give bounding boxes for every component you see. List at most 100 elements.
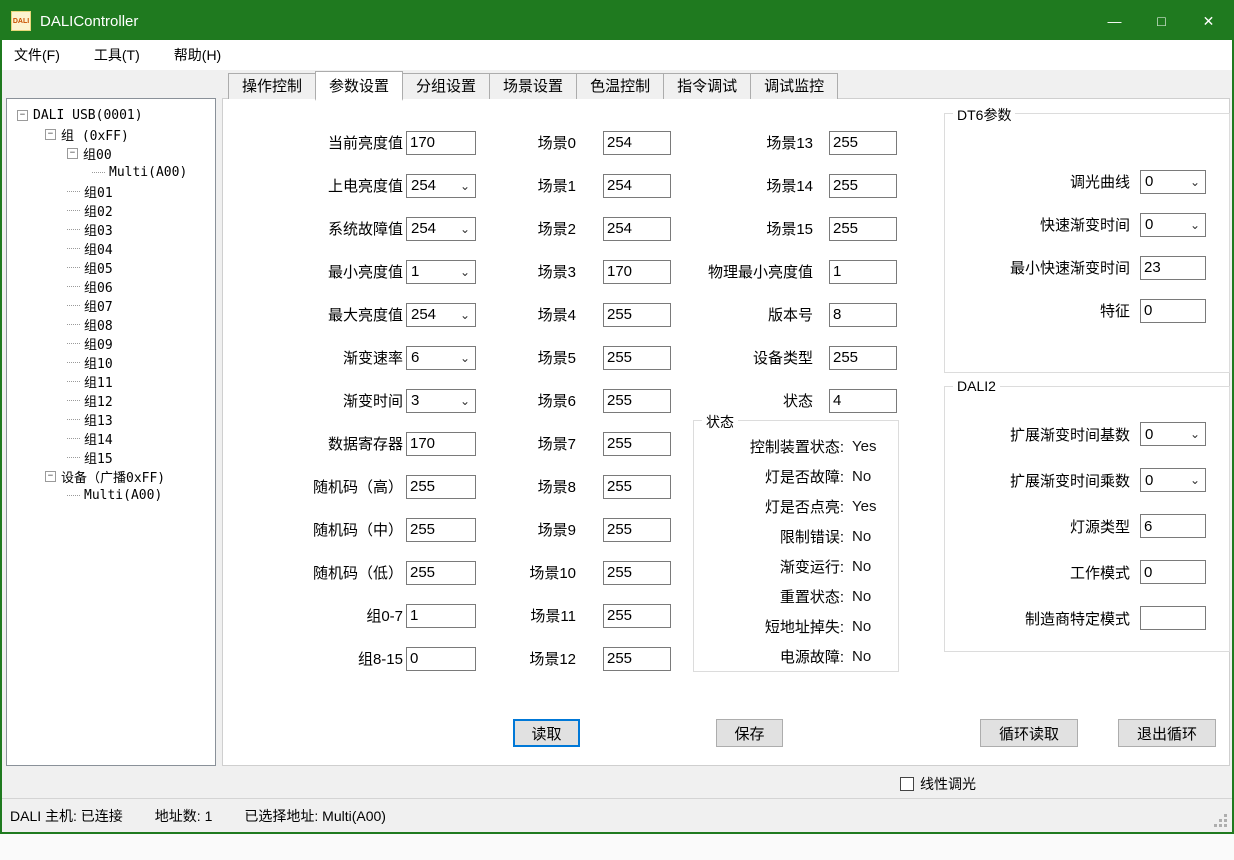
field-label: 场景11 [493, 605, 576, 626]
menu-tools[interactable]: 工具(T) [82, 40, 152, 70]
version-input[interactable] [829, 303, 897, 327]
param-column-3: 场景13 场景14 场景15 物理最小亮度值 版本号 设备类型 状态 [693, 121, 897, 422]
checkbox-icon[interactable] [900, 777, 914, 791]
scene-0-input[interactable] [603, 131, 671, 155]
tree-node-group03[interactable]: 组03 [7, 220, 215, 239]
scene-12-input[interactable] [603, 647, 671, 671]
min-level-select[interactable]: 1⌄ [406, 260, 476, 284]
scene-10-input[interactable] [603, 561, 671, 585]
collapse-icon[interactable]: − [67, 148, 78, 159]
max-level-select[interactable]: 254⌄ [406, 303, 476, 327]
fade-time-select[interactable]: 3⌄ [406, 389, 476, 413]
tree-node-group15[interactable]: 组15 [7, 448, 215, 467]
status-value-input[interactable] [829, 389, 897, 413]
tree-node-group05[interactable]: 组05 [7, 258, 215, 277]
manufacturer-mode-input[interactable] [1140, 606, 1206, 630]
scene-13-input[interactable] [829, 131, 897, 155]
scene-9-input[interactable] [603, 518, 671, 542]
exit-loop-button[interactable]: 退出循环 [1118, 719, 1216, 747]
scene-1-input[interactable] [603, 174, 671, 198]
min-fast-fade-time-input[interactable] [1140, 256, 1206, 280]
scene-2-input[interactable] [603, 217, 671, 241]
menu-file[interactable]: 文件(F) [2, 40, 72, 70]
status-bar: DALI 主机: 已连接 地址数: 1 已选择地址: Multi(A00) [2, 798, 1232, 832]
collapse-icon[interactable]: − [45, 471, 56, 482]
scene-8-input[interactable] [603, 475, 671, 499]
tab-command-debug[interactable]: 指令调试 [663, 73, 751, 99]
maximize-button[interactable]: □ [1138, 2, 1185, 40]
ext-fade-time-mult-select[interactable]: 0⌄ [1140, 468, 1206, 492]
tree-node-group10[interactable]: 组10 [7, 353, 215, 372]
fade-rate-select[interactable]: 6⌄ [406, 346, 476, 370]
ext-fade-time-base-select[interactable]: 0⌄ [1140, 422, 1206, 446]
random-code-mid-input[interactable] [406, 518, 476, 542]
tree-node-group01[interactable]: 组01 [7, 182, 215, 201]
dt6-groupbox: DT6参数 调光曲线0⌄ 快速渐变时间0⌄ 最小快速渐变时间 特征 [944, 113, 1230, 373]
minimize-button[interactable]: — [1091, 2, 1138, 40]
collapse-icon[interactable]: − [45, 129, 56, 140]
tree-node-group08[interactable]: 组08 [7, 315, 215, 334]
chevron-down-icon: ⌄ [460, 308, 475, 322]
tree-node-multi-a00-device[interactable]: Multi(A00) [7, 486, 215, 505]
tree-node-group04[interactable]: 组04 [7, 239, 215, 258]
chevron-down-icon: ⌄ [1190, 427, 1205, 441]
tree-node-group09[interactable]: 组09 [7, 334, 215, 353]
scene-15-input[interactable] [829, 217, 897, 241]
tab-operation-control[interactable]: 操作控制 [228, 73, 316, 99]
tab-color-temp-control[interactable]: 色温控制 [576, 73, 664, 99]
physical-min-level-input[interactable] [829, 260, 897, 284]
tree-node-group02[interactable]: 组02 [7, 201, 215, 220]
menu-help[interactable]: 帮助(H) [162, 40, 233, 70]
loop-read-button[interactable]: 循环读取 [980, 719, 1078, 747]
tree-node-group13[interactable]: 组13 [7, 410, 215, 429]
param-column-2: 场景0 场景1 场景2 场景3 场景4 场景5 场景6 场景7 场景8 场景9 … [493, 121, 671, 680]
linear-dimming-checkbox[interactable]: 线性调光 [900, 774, 976, 794]
field-label: 随机码（中） [243, 519, 403, 540]
close-button[interactable]: ✕ [1185, 2, 1232, 40]
system-failure-level-select[interactable]: 254⌄ [406, 217, 476, 241]
groupbox-title: DALI2 [953, 378, 1000, 394]
device-type-input[interactable] [829, 346, 897, 370]
tree-node-label: 组00 [83, 144, 112, 163]
scene-4-input[interactable] [603, 303, 671, 327]
tree-node-group11[interactable]: 组11 [7, 372, 215, 391]
tab-grouping-settings[interactable]: 分组设置 [402, 73, 490, 99]
data-register-input[interactable] [406, 432, 476, 456]
tree-node-group00[interactable]: −组00 [7, 144, 215, 163]
tree-node-group06[interactable]: 组06 [7, 277, 215, 296]
groups-0-7-input[interactable] [406, 604, 476, 628]
scene-5-input[interactable] [603, 346, 671, 370]
fast-fade-time-select[interactable]: 0⌄ [1140, 213, 1206, 237]
tree-connector [67, 457, 80, 458]
tab-debug-monitor[interactable]: 调试监控 [750, 73, 838, 99]
scene-11-input[interactable] [603, 604, 671, 628]
save-button[interactable]: 保存 [716, 719, 783, 747]
tree-node-device-broadcast[interactable]: −设备（广播0xFF) [7, 467, 215, 486]
tree-node-group-0xff[interactable]: −组 (0xFF) [7, 125, 215, 144]
groups-8-15-input[interactable] [406, 647, 476, 671]
random-code-high-input[interactable] [406, 475, 476, 499]
light-source-type-input[interactable] [1140, 514, 1206, 538]
dim-curve-select[interactable]: 0⌄ [1140, 170, 1206, 194]
tree-node-group07[interactable]: 组07 [7, 296, 215, 315]
collapse-icon[interactable]: − [17, 110, 28, 121]
random-code-low-input[interactable] [406, 561, 476, 585]
tab-scene-settings[interactable]: 场景设置 [489, 73, 577, 99]
scene-6-input[interactable] [603, 389, 671, 413]
tree-node-group12[interactable]: 组12 [7, 391, 215, 410]
features-input[interactable] [1140, 299, 1206, 323]
operating-mode-input[interactable] [1140, 560, 1206, 584]
field-label: 组8-15 [243, 648, 403, 669]
resize-grip[interactable] [1214, 814, 1228, 828]
power-on-level-select[interactable]: 254⌄ [406, 174, 476, 198]
scene-14-input[interactable] [829, 174, 897, 198]
field-label: 场景4 [493, 304, 576, 325]
tree-node-dali-usb[interactable]: −DALI USB(0001) [7, 106, 215, 125]
scene-3-input[interactable] [603, 260, 671, 284]
tree-node-multi-a00[interactable]: Multi(A00) [7, 163, 215, 182]
current-level-input[interactable] [406, 131, 476, 155]
tab-parameter-settings[interactable]: 参数设置 [315, 71, 403, 101]
tree-node-group14[interactable]: 组14 [7, 429, 215, 448]
scene-7-input[interactable] [603, 432, 671, 456]
read-button[interactable]: 读取 [513, 719, 580, 747]
